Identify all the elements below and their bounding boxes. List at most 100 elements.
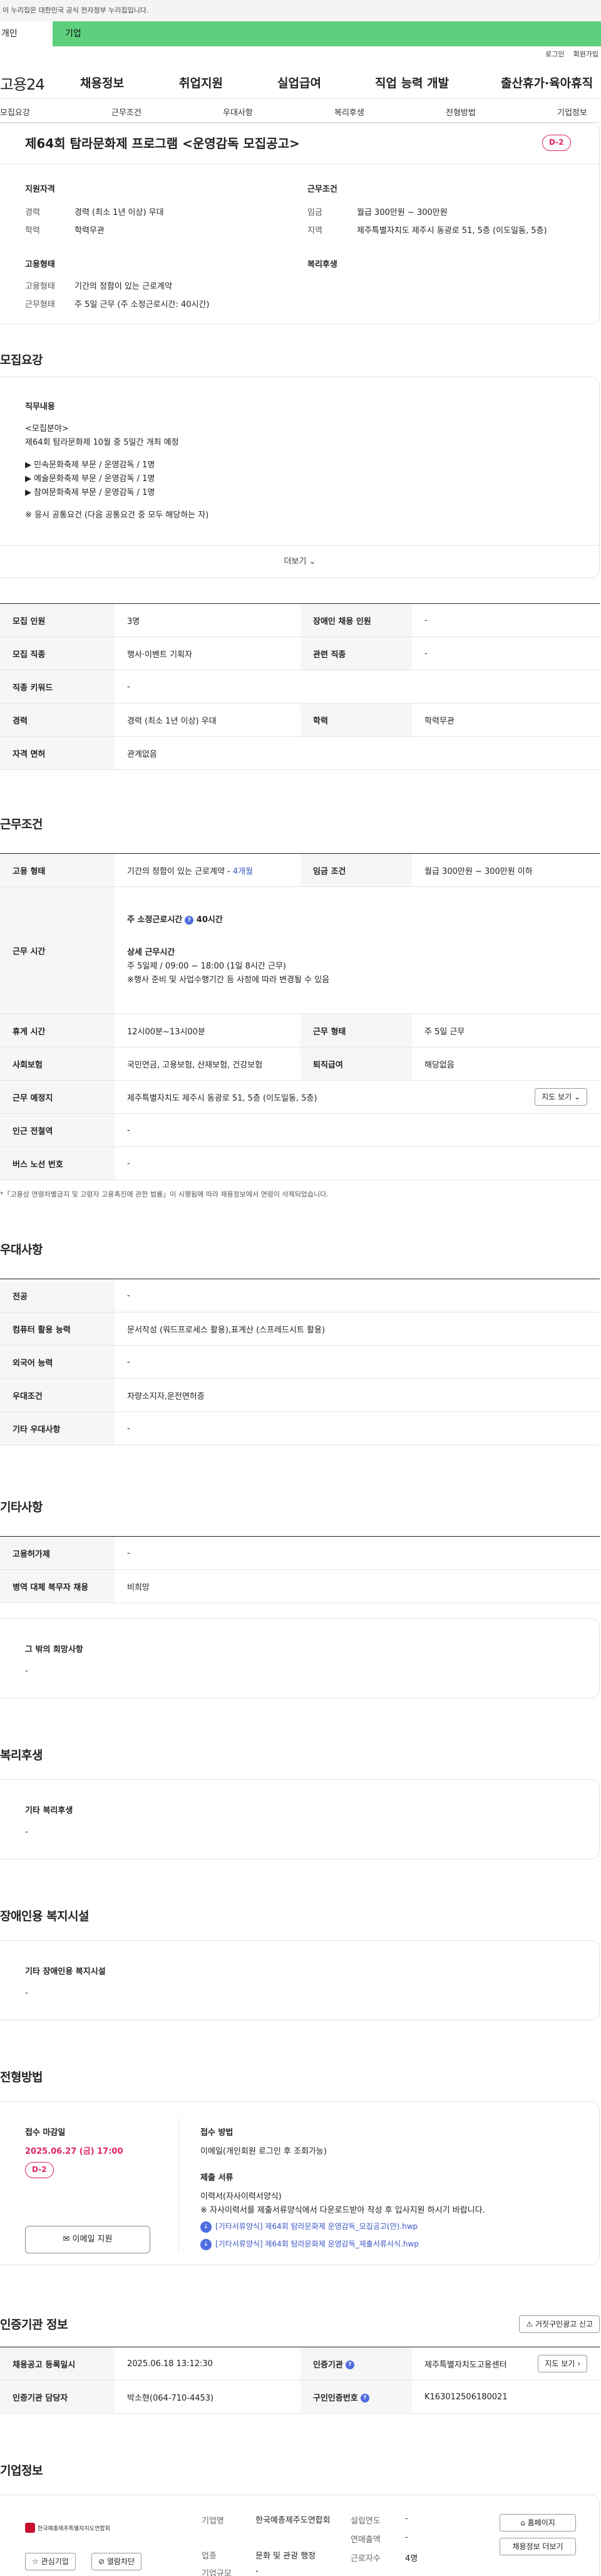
homepage-label: 홈페이지 — [527, 2518, 555, 2527]
cell-header: 고용허가제 — [0, 1536, 115, 1570]
disability-value: - — [25, 1988, 28, 1998]
desc-line: 제64회 탐라문화제 10월 중 5일간 개최 예정 — [25, 438, 179, 447]
weekly-hours-label: 주 소정근로시간 — [127, 915, 183, 925]
file-download-link[interactable]: ↓ [기타서류양식] 제64회 탐라문화제 운영감독_제출서류서식.hwp — [200, 2238, 419, 2250]
block-view-button[interactable]: ⊘ 열람차단 — [91, 2553, 142, 2570]
company-box: 한국예총제주특별자치도연합회 ☆ 관심기업 ⊘ 열람차단 기업명 한국예총제주도… — [0, 2495, 600, 2576]
pref-section-title: 우대사항 — [0, 1243, 43, 1257]
report-fake-ad-button[interactable]: ⚠ 거짓구인광고 신고 — [519, 2315, 600, 2333]
job-desc-label: 직무내용 — [25, 402, 55, 412]
help-icon[interactable]: ? — [360, 2394, 369, 2402]
map-button[interactable]: 지도 보기 ⌄ — [535, 1088, 587, 1106]
cell-value: 제주특별자치도고용센터 지도 보기 › — [412, 2347, 600, 2381]
desc-line: ▶ 참여문화축제 부문 / 운영감독 / 1명 — [25, 488, 155, 497]
recruit-table: 모집 인원 3명 장애인 채용 인원 - 모집 직종 행사·이벤트 기획자 관련 직종 - … — [0, 603, 600, 770]
more-button[interactable]: 더보기 ⌄ — [0, 546, 600, 578]
nav-jobs[interactable]: 채용정보 — [80, 74, 124, 91]
cell-header: 학력 — [300, 703, 412, 737]
cell-header: 인증기관 담당자 — [0, 2380, 115, 2414]
company-section-title: 기업정보 — [0, 2464, 43, 2478]
wish-value: - — [25, 1666, 28, 1676]
work-form-value: 주 5일 근무 (주 소정근로시간: 40시간) — [74, 300, 210, 309]
company-name-value: 한국예총제주도연합회 — [255, 2516, 331, 2525]
dday-badge: D-2 — [542, 135, 571, 151]
cell-header: 구인인증번호? — [300, 2380, 412, 2414]
help-icon[interactable]: ? — [185, 915, 194, 925]
nav-unemployment-benefit[interactable]: 실업급여 — [277, 74, 321, 91]
other-wishes-box: 그 밖의 희망사항 - — [0, 1618, 600, 1698]
cell-value: 주 소정근로시간? 40시간 상세 근무시간 주 5일제 / 09:00 ~ 1… — [115, 886, 600, 1014]
welfare-value: - — [25, 1827, 28, 1837]
pref-table: 전공 - 컴퓨터 활용 능력 문서작성 (워드프로세스 활용),표계산 (스프레드시… — [0, 1279, 600, 1445]
tab-company-info[interactable]: 기업정보 — [557, 106, 587, 118]
cell-value: K163012506180021 — [412, 2380, 600, 2414]
cell-header: 임금 조건 — [300, 853, 412, 887]
login-link[interactable]: 로그인 — [545, 50, 564, 58]
file-download-link[interactable]: ↓ [기타서류양식] 제64회 탐라문화제 운영감독_모집공고(안).hwp — [200, 2221, 418, 2233]
nav-vocational-training[interactable]: 직업 능력 개발 — [375, 74, 449, 91]
contract-period-link[interactable]: 4개월 — [233, 867, 253, 876]
site-logo[interactable]: 고용24 — [0, 72, 78, 94]
nav-employment-support[interactable]: 취업지원 — [179, 74, 223, 91]
cert-table: 채용공고 등록일시 2025.06.18 13:12:30 인증기관? 제주특별자치도… — [0, 2347, 600, 2414]
work-place-value: 제주특별자치도 제주시 동광로 51, 5층 (이도일동, 5층) — [127, 1093, 317, 1103]
industry-value: 문화 및 관광 행정 — [255, 2552, 316, 2561]
download-icon: ↓ — [200, 2221, 212, 2233]
cell-header: 근무 시간 — [0, 886, 115, 1014]
cell-header: 외국어 능력 — [0, 1345, 115, 1379]
favorite-company-button[interactable]: ☆ 관심기업 — [25, 2553, 76, 2570]
age-law-note: *「고용상 연령차별금지 및 고령자 고용촉진에 관한 법률」이 시행됨에 따라… — [0, 1190, 329, 1198]
company-logo: 한국예총제주특별자치도연합회 — [25, 2523, 110, 2533]
qualification-heading: 지원자격 — [25, 185, 55, 194]
tab-selection[interactable]: 전형방법 — [446, 106, 476, 118]
founded-label: 설립연도 — [351, 2516, 381, 2526]
map-button-label: 지도 보기 — [545, 2359, 575, 2368]
detail-hours-label: 상세 근무시간 — [127, 948, 175, 957]
cell-value: 3명 — [115, 603, 300, 637]
cell-value: 12시00분~13시00분 — [115, 1014, 300, 1047]
cell-header: 관련 직종 — [300, 636, 412, 670]
emp-type-label: 고용형태 — [25, 282, 55, 291]
cert-agency-value: 제주특별자치도고용센터 — [424, 2360, 507, 2370]
tab-recruit[interactable]: 모집요강 — [0, 106, 30, 118]
chevron-down-icon: ⌄ — [309, 557, 316, 566]
cell-value: 2025.06.18 13:12:30 — [115, 2347, 300, 2381]
cell-header: 모집 직종 — [0, 636, 115, 670]
desc-line: <모집분야> — [25, 424, 69, 434]
tab-welfare[interactable]: 복리후생 — [334, 106, 364, 118]
help-icon[interactable]: ? — [345, 2360, 354, 2369]
cell-header: 인근 전철역 — [0, 1113, 115, 1147]
report-label: 거짓구인광고 신고 — [535, 2320, 593, 2329]
home-icon: ⌂ — [520, 2518, 525, 2527]
docs-line1: 이력서(자사이력서양식) — [200, 2192, 282, 2201]
more-jobs-button[interactable]: 채용정보 더보기 — [500, 2538, 576, 2555]
cell-value: - — [412, 603, 600, 637]
desc-line: ▶ 예술문화축제 부문 / 운영감독 / 1명 — [25, 474, 155, 484]
cell-value: 관계없음 — [115, 736, 600, 770]
cell-header: 근무 예정지 — [0, 1080, 115, 1114]
job-summary-card: 제64회 탐라문화제 프로그램 <운영감독 모집공고> D-2 지원자격 경력 경… — [0, 123, 600, 325]
nav-parental-leave[interactable]: 출산휴가·육아휴직 — [501, 74, 593, 91]
tab-work-conditions[interactable]: 근무조건 — [111, 106, 141, 118]
welfare-label: 기타 복리후생 — [25, 1806, 73, 1815]
cell-header: 퇴직급여 — [300, 1047, 412, 1081]
tab-personal[interactable]: 개인 — [0, 21, 53, 46]
cell-header: 휴게 시간 — [0, 1014, 115, 1047]
cell-value: 제주특별자치도 제주시 동광로 51, 5층 (이도일동, 5층) 지도 보기 ⌄ — [115, 1080, 600, 1114]
cell-value: - — [412, 636, 600, 670]
map-button-label: 지도 보기 — [542, 1093, 572, 1101]
mail-icon: ✉ — [63, 2235, 70, 2244]
qual-edu-label: 학력 — [25, 226, 40, 236]
cond-wage-label: 임금 — [307, 208, 322, 217]
logo-mark-icon — [25, 2523, 35, 2533]
company-logo-text: 한국예총제주특별자치도연합회 — [38, 2525, 110, 2532]
cert-map-button[interactable]: 지도 보기 › — [538, 2355, 587, 2372]
more-label: 더보기 — [284, 557, 307, 566]
conditions-heading: 근무조건 — [307, 185, 337, 194]
signup-link[interactable]: 회원가입 — [573, 50, 598, 58]
tab-preferences[interactable]: 우대사항 — [223, 106, 253, 118]
tab-company[interactable]: 기업 — [53, 21, 601, 46]
cell-value: 비희망 — [115, 1569, 600, 1603]
homepage-button[interactable]: ⌂ 홈페이지 — [500, 2514, 576, 2532]
email-apply-button[interactable]: ✉ 이메일 지원 — [25, 2226, 150, 2253]
